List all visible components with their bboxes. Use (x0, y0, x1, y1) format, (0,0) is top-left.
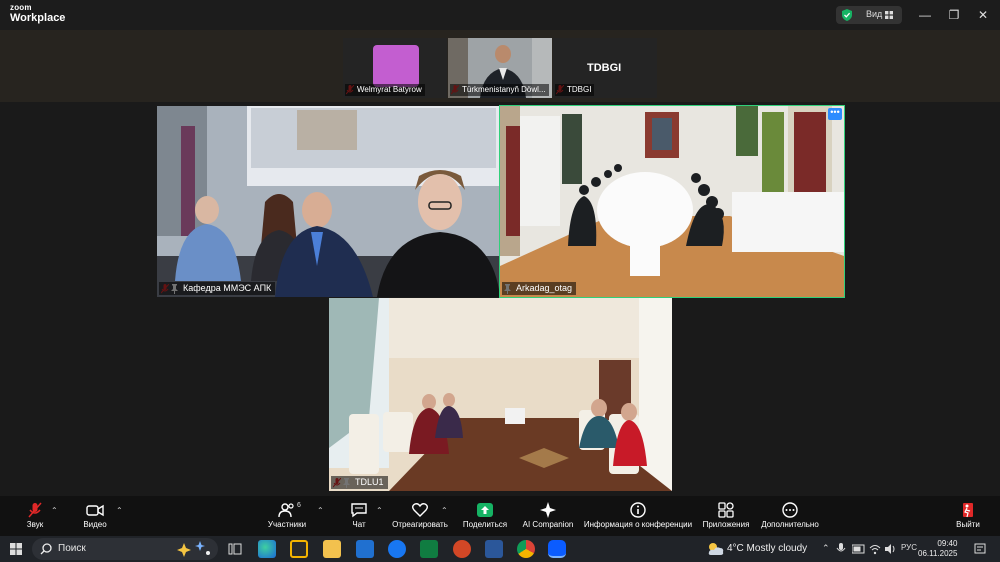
apps-icon (718, 502, 734, 518)
tile-more-options-icon[interactable]: ••• (828, 108, 842, 120)
more-button[interactable]: Дополнительно (758, 496, 822, 536)
exit-icon (963, 503, 973, 518)
audio-label: Звук (26, 520, 44, 529)
chat-options-chevron-icon[interactable]: ⌃ (376, 506, 383, 515)
windows-start-icon[interactable] (10, 543, 22, 555)
strip-tile-turkmenistan[interactable]: Türkmenistanyň Döwl... (448, 38, 552, 98)
react-label: Отреагировать (392, 520, 448, 529)
participant-name: Arkadag_otag (502, 282, 577, 295)
excel-icon[interactable] (420, 540, 438, 558)
participants-label: Участники (267, 520, 307, 529)
windows-taskbar: Поиск 4°C Mostly cloudy ⌃ РУС 09:40 06.1… (0, 536, 1000, 562)
info-icon (630, 502, 646, 518)
video-feed (500, 106, 844, 297)
participant-name-center: TDBGI (587, 62, 622, 74)
search-icon (40, 543, 52, 555)
file-explorer-icon[interactable] (323, 540, 341, 558)
logo-workplace-text: Workplace (10, 12, 66, 24)
battery-icon[interactable] (852, 543, 866, 555)
close-icon[interactable]: ✕ (974, 6, 992, 24)
meeting-info-label: Информация о конференции (583, 520, 693, 529)
participants-button[interactable]: Участники (264, 496, 310, 536)
clock-date: 06.11.2025 (918, 549, 958, 558)
zoom-logo: zoom Workplace (10, 4, 65, 24)
video-tile-kafedra[interactable]: Кафедра ММЭС АПК (157, 106, 500, 297)
wifi-icon[interactable] (869, 543, 881, 555)
video-tile-tdlu1[interactable]: TDLU1 (329, 298, 672, 491)
tray-mic-icon[interactable] (836, 543, 846, 555)
share-screen-icon (477, 503, 493, 517)
camera-icon (86, 504, 104, 517)
apps-label: Приложения (702, 520, 750, 529)
participant-name: Кафедра ММЭС АПК (159, 282, 276, 295)
notifications-icon[interactable] (974, 543, 986, 555)
strip-tile-tdbgi[interactable]: TDBGI TDBGI (553, 38, 657, 98)
zoom-app-icon[interactable] (548, 540, 566, 558)
word-icon[interactable] (485, 540, 503, 558)
more-label: Дополнительно (761, 520, 819, 529)
video-feed (157, 106, 500, 297)
ai-companion-button[interactable]: AI Companion (520, 496, 576, 536)
clock-time: 09:40 (937, 539, 958, 548)
volume-icon[interactable] (884, 543, 896, 555)
security-shield-icon (842, 9, 852, 21)
powerpoint-icon[interactable] (453, 540, 471, 558)
title-bar: zoom Workplace Вид — ❐ ✕ (0, 0, 1000, 30)
chat-label: Чат (352, 520, 366, 529)
video-label: Видео (83, 520, 107, 529)
search-placeholder: Поиск (58, 543, 86, 554)
taskbar-search[interactable]: Поиск (32, 538, 218, 560)
strip-tile-welmyrat[interactable]: Welmyrat Batyrow (343, 38, 447, 98)
more-dots-icon (782, 502, 798, 518)
ai-companion-label: AI Companion (522, 520, 574, 529)
avatar (373, 45, 419, 87)
restore-icon[interactable]: ❐ (945, 6, 963, 24)
video-button[interactable]: Видео (78, 496, 112, 536)
share-button[interactable]: Поделиться (462, 496, 508, 536)
view-button[interactable]: Вид (836, 6, 902, 24)
weather-text[interactable]: 4°C Mostly cloudy (727, 543, 807, 554)
react-button[interactable]: Отреагировать (391, 496, 449, 536)
facebook-icon[interactable] (388, 540, 406, 558)
audio-button[interactable]: Звук (18, 496, 52, 536)
search-highlight-sparkles-icon (177, 541, 210, 557)
participant-name: TDBGI (555, 84, 595, 96)
language-indicator[interactable]: РУС (901, 543, 917, 552)
leave-label: Выйти (956, 520, 980, 529)
outlook-icon[interactable] (356, 540, 374, 558)
participant-name: Welmyrat Batyrow (345, 84, 425, 96)
microsoft-store-icon[interactable] (290, 540, 308, 558)
sparkle-icon (540, 502, 556, 518)
grid-view-icon (885, 11, 893, 19)
participant-name: TDLU1 (331, 476, 388, 489)
video-options-chevron-icon[interactable]: ⌃ (116, 506, 123, 515)
share-label: Поделиться (462, 520, 508, 529)
chat-icon (351, 503, 367, 518)
meeting-info-button[interactable]: Информация о конференции (582, 496, 694, 536)
participants-icon (278, 503, 294, 518)
audio-options-chevron-icon[interactable]: ⌃ (51, 506, 58, 515)
meeting-toolbar: Звук ⌃ Видео ⌃ Участники 6 ⌃ Чат ⌃ Отреа… (0, 496, 1000, 536)
minimize-icon[interactable]: — (916, 6, 934, 24)
participants-options-chevron-icon[interactable]: ⌃ (317, 506, 324, 515)
heart-icon (412, 503, 428, 517)
participants-count: 6 (297, 502, 301, 509)
zoom-window: zoom Workplace Вид — ❐ ✕ Welmyrat Batyro… (0, 0, 1000, 562)
apps-button[interactable]: Приложения (700, 496, 752, 536)
weather-cloud-icon (708, 543, 724, 555)
chat-button[interactable]: Чат (344, 496, 374, 536)
video-feed (329, 298, 672, 491)
clock[interactable]: 09:40 06.11.2025 (918, 539, 957, 559)
mic-muted-icon (28, 502, 42, 518)
task-view-icon[interactable] (228, 542, 242, 556)
tray-overflow-chevron-icon[interactable]: ⌃ (822, 543, 830, 554)
react-options-chevron-icon[interactable]: ⌃ (441, 506, 448, 515)
video-tile-arkadag[interactable]: ••• Arkadag_otag (499, 105, 845, 298)
chrome-icon[interactable] (517, 540, 535, 558)
participant-name: Türkmenistanyň Döwl... (450, 84, 549, 96)
edge-browser-icon[interactable] (258, 540, 276, 558)
leave-button[interactable]: Выйти (952, 496, 984, 536)
logo-zoom-text: zoom (10, 3, 32, 12)
view-label: Вид (866, 9, 883, 19)
